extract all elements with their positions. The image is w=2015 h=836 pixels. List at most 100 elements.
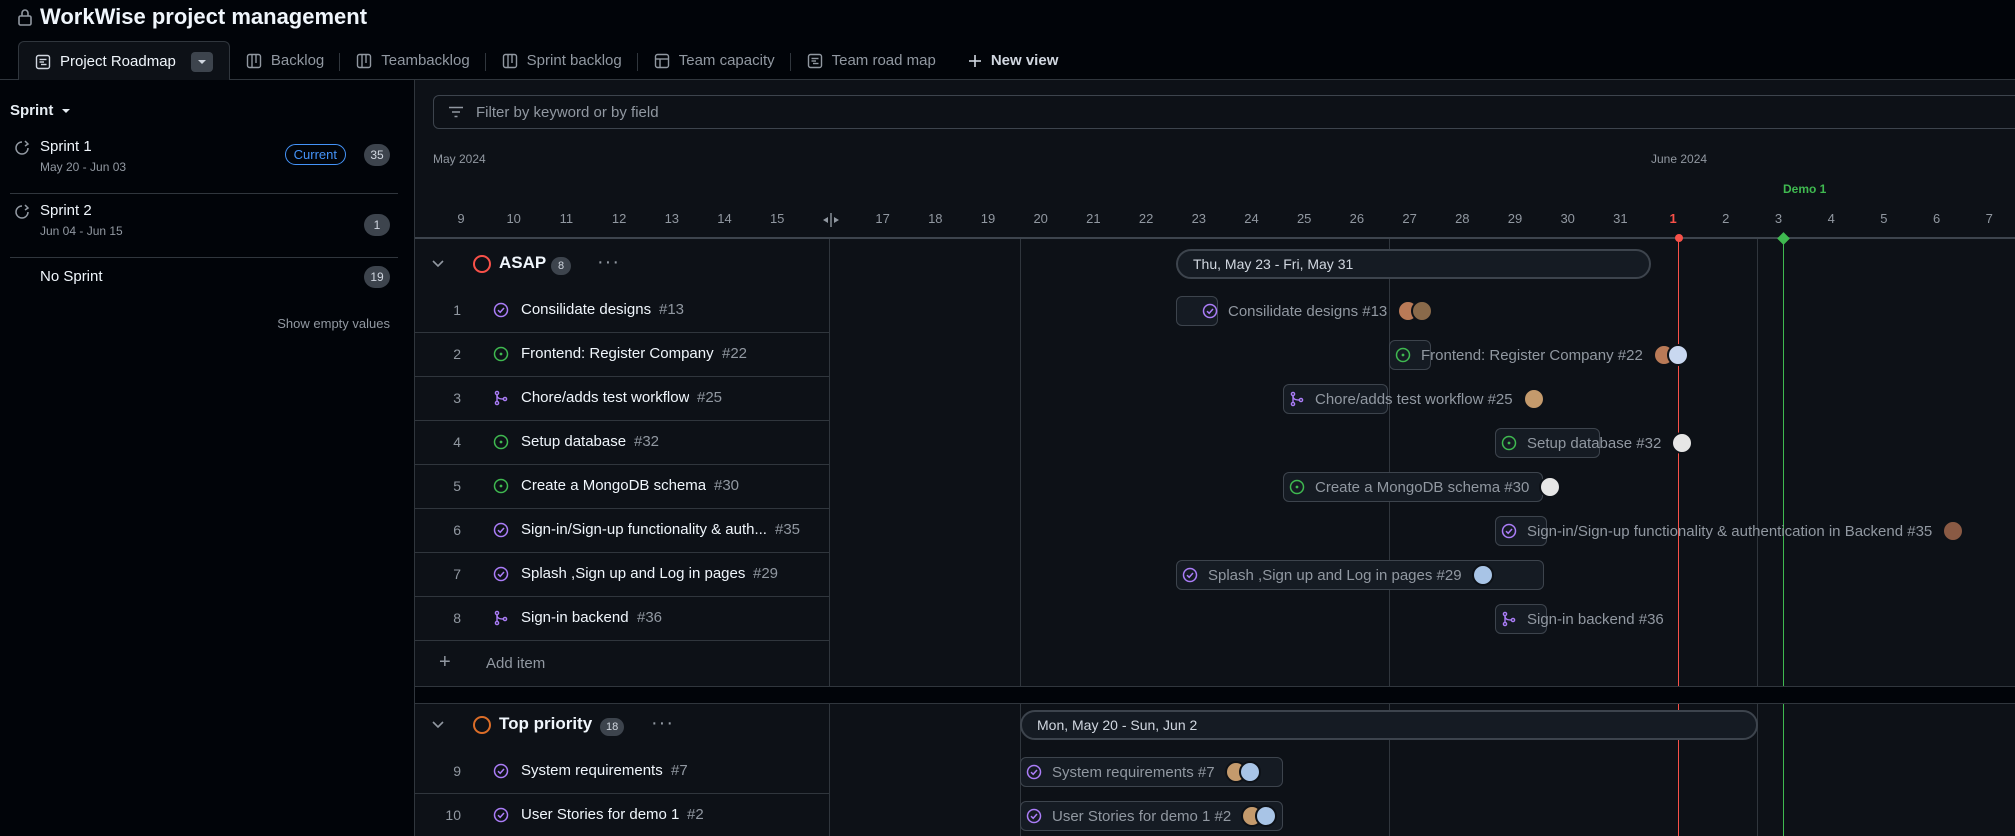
assignee-avatars[interactable] [1224,761,1261,783]
roadmap-item-label[interactable]: Frontend: Register Company #22 [1395,340,1689,370]
assignee-avatars[interactable] [1671,432,1694,454]
sprint-count: 1 [364,214,390,236]
new-view-label: New view [990,52,1059,69]
avatar[interactable] [1522,388,1545,410]
tab-label: Backlog [270,52,325,69]
table-row[interactable]: 10 User Stories for demo 1 #2 [415,794,829,836]
item-title-link[interactable]: Consilidate designs [521,301,651,318]
add-item-button[interactable]: + Add item [415,643,829,685]
board-icon [502,53,517,68]
tab-team-road-map[interactable]: Team road map [791,41,952,80]
avatar[interactable] [1539,476,1562,498]
item-status [1026,808,1042,824]
column-resize-handle-icon[interactable] [822,213,840,227]
roadmap-item-text: Sign-in backend #36 [1527,610,1664,628]
roadmap-item-label[interactable]: System requirements #7 [1026,757,1261,787]
table-row[interactable]: 9 System requirements #7 [415,750,829,794]
new-view-button[interactable]: New view [952,41,1075,80]
add-item-label: Add item [486,655,546,672]
roadmap-item-label[interactable]: Splash ,Sign up and Log in pages #29 [1182,560,1494,590]
day-label: 17 [875,211,890,226]
assignee-avatars[interactable] [1539,476,1562,498]
roadmap-item-text: Splash ,Sign up and Log in pages #29 [1208,566,1462,584]
item-title-link[interactable]: Sign-in/Sign-up functionality & auth... [521,521,767,538]
item-title-link[interactable]: Sign-in backend [521,609,629,626]
group-count: 8 [551,257,571,275]
table-row[interactable]: 5 Create a MongoDB schema #30 [415,465,829,509]
row-number: 6 [453,522,461,538]
table-row[interactable]: 8 Sign-in backend #36 [415,597,829,641]
show-empty-values-link[interactable]: Show empty values [277,316,390,331]
assignee-avatars[interactable] [1652,344,1689,366]
tab-label: Project Roadmap [60,53,176,70]
table-row[interactable]: 7 Splash ,Sign up and Log in pages #29 [415,553,829,597]
table-row[interactable]: 1 Consilidate designs #13 [415,289,829,333]
table-row[interactable]: 6 Sign-in/Sign-up functionality & auth...… [415,509,829,553]
filter-input[interactable]: Filter by keyword or by field [433,95,2015,129]
item-status [493,302,509,322]
issue-closed-icon [1026,808,1042,824]
roadmap-item-label[interactable]: User Stories for demo 1 #2 [1026,801,1278,831]
avatar[interactable] [1471,564,1494,586]
chevron-down-icon[interactable] [431,717,445,731]
assignee-avatars[interactable] [1241,805,1278,827]
sprint-item-2[interactable]: Sprint 2 Jun 04 - Jun 15 1 [10,202,398,258]
item-title-link[interactable]: User Stories for demo 1 [521,806,679,823]
roadmap-item-text: Consilidate designs #13 [1228,302,1388,320]
triangle-down-icon [197,59,206,64]
roadmap-item-label[interactable]: Sign-in backend #36 [1501,604,1664,634]
avatar[interactable] [1666,344,1689,366]
tab-team-capacity[interactable]: Team capacity [638,41,791,80]
item-title-link[interactable]: Chore/adds test workflow [521,389,689,406]
tab-sprint-backlog[interactable]: Sprint backlog [486,41,638,80]
roadmap-item-label[interactable]: Setup database #32 [1501,428,1694,458]
issue-closed-icon [1026,764,1042,780]
view-options-button[interactable] [190,51,213,72]
sprint-item-1[interactable]: Sprint 1 May 20 - Jun 03 Current 35 [10,138,398,194]
tab-backlog[interactable]: Backlog [230,41,341,80]
issue-closed-icon [493,763,509,779]
priority-circle-icon [473,716,491,734]
item-number: #32 [634,433,660,450]
tab-teambacklog[interactable]: Teambacklog [340,41,486,80]
avatar[interactable] [1255,805,1278,827]
filter-placeholder: Filter by keyword or by field [476,103,659,121]
item-title-link[interactable]: Setup database [521,433,626,450]
chevron-down-icon[interactable] [431,256,445,270]
item-title-link[interactable]: Create a MongoDB schema [521,477,706,494]
roadmap-icon [807,53,822,68]
roadmap-item-label[interactable]: Sign-in/Sign-up functionality & authenti… [1501,516,1965,546]
tab-project-roadmap[interactable]: Project Roadmap [18,41,230,81]
item-status [1501,523,1517,539]
assignee-avatars[interactable] [1522,388,1545,410]
assignee-avatars[interactable] [1397,300,1434,322]
avatar[interactable] [1671,432,1694,454]
roadmap-item-label[interactable]: Consilidate designs #13 [1202,296,1434,326]
table-row[interactable]: 4 Setup database #32 [415,421,829,465]
table-row[interactable]: 3 Chore/adds test workflow #25 [415,377,829,421]
roadmap-item-text: Create a MongoDB schema #30 [1315,478,1530,496]
group-by-field-dropdown[interactable]: Sprint [10,102,71,119]
avatar[interactable] [1942,520,1965,542]
item-title-link[interactable]: Splash ,Sign up and Log in pages [521,565,745,582]
table-row[interactable]: 2 Frontend: Register Company #22 [415,333,829,377]
roadmap-item-label[interactable]: Chore/adds test workflow #25 [1289,384,1545,414]
item-status [493,610,509,630]
day-label: 26 [1349,211,1365,226]
item-status [1026,764,1042,780]
kebab-horizontal-icon[interactable]: ··· [651,712,674,735]
group-name: ASAP [499,253,547,272]
day-label: 13 [664,211,680,226]
iteration-icon [15,204,30,219]
item-title-link[interactable]: System requirements [521,762,663,779]
day-label: 24 [1244,211,1259,226]
no-sprint-item[interactable]: No Sprint 19 [10,266,398,302]
avatar[interactable] [1238,761,1261,783]
roadmap-item-label[interactable]: Create a MongoDB schema #30 [1289,472,1562,502]
assignee-avatars[interactable] [1471,564,1494,586]
item-status [1501,435,1517,451]
kebab-horizontal-icon[interactable]: ··· [597,251,620,274]
item-title-link[interactable]: Frontend: Register Company [521,345,714,362]
avatar[interactable] [1411,300,1434,322]
assignee-avatars[interactable] [1942,520,1965,542]
